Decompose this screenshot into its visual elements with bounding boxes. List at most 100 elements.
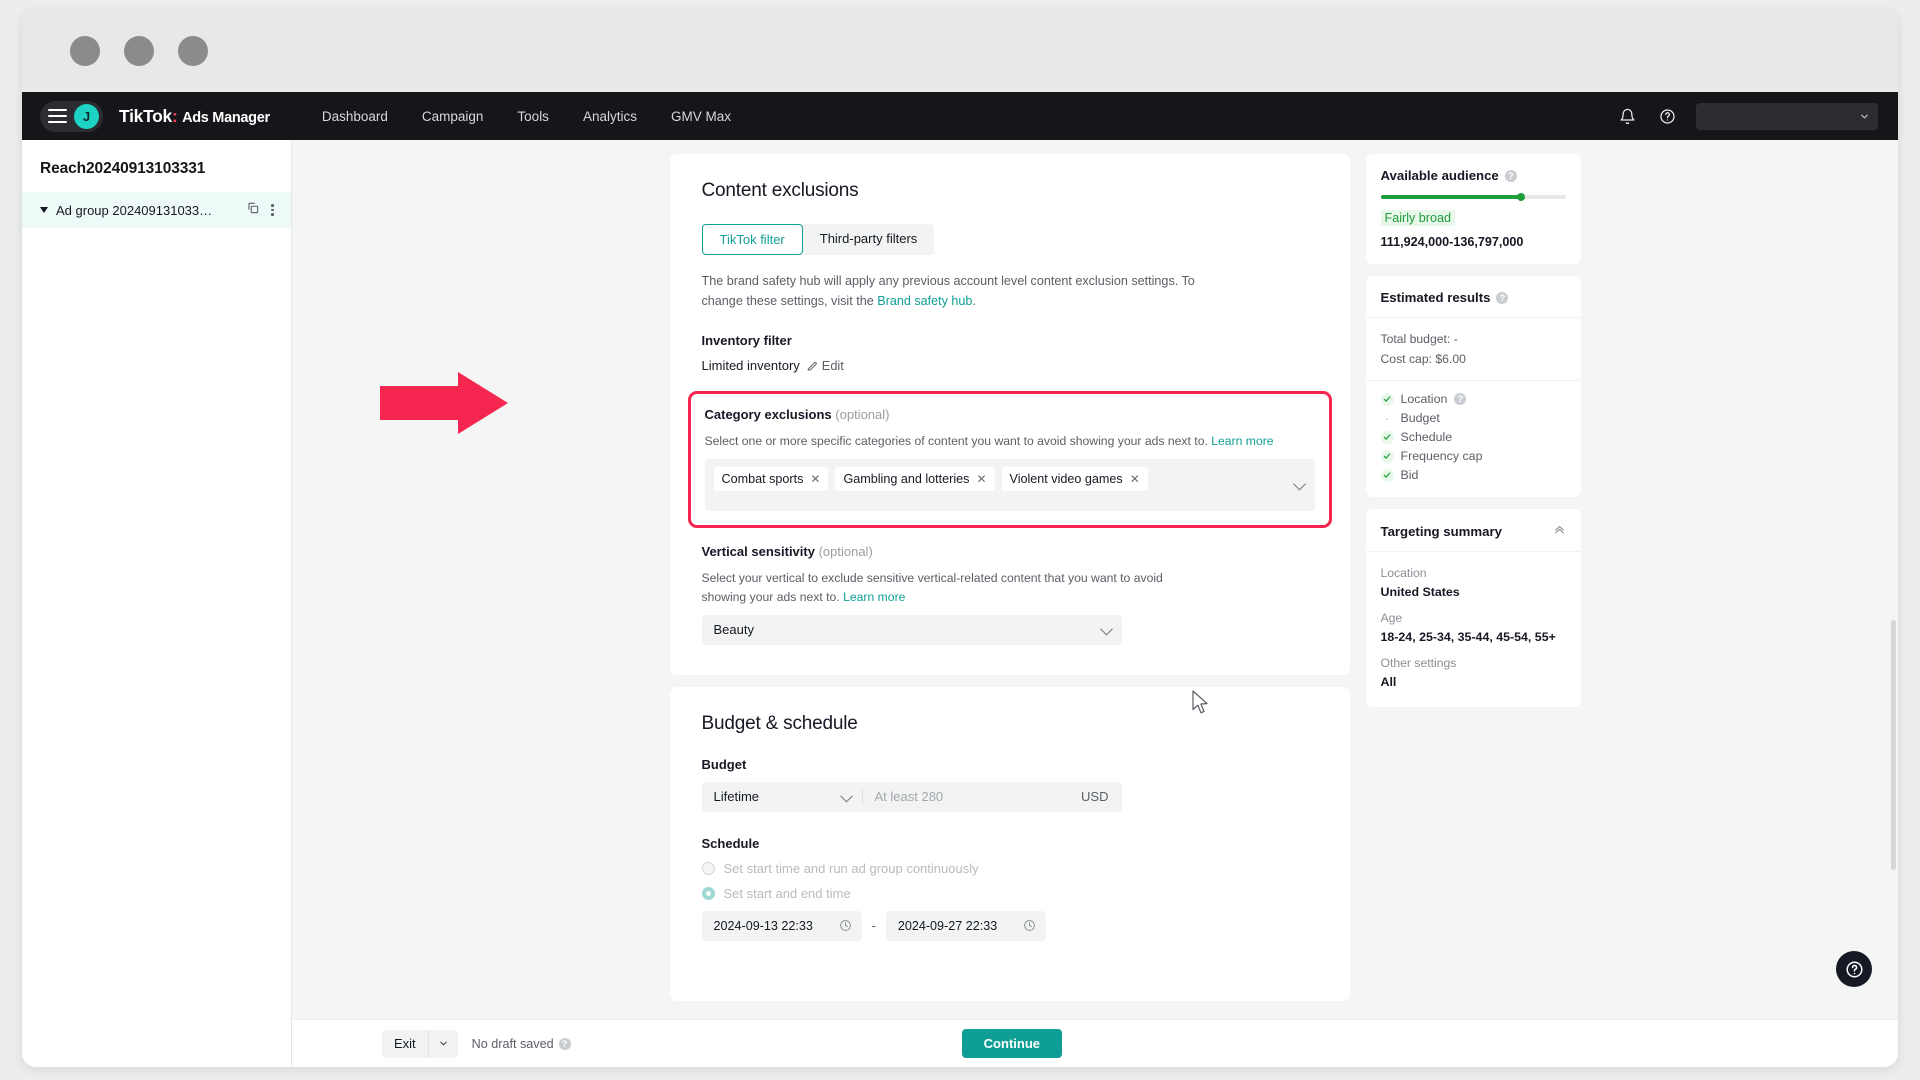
estimated-results-budget: Total budget: - Cost cap: $6.00 (1366, 318, 1581, 380)
remove-tag-icon[interactable]: ✕ (810, 472, 820, 486)
help-circle-icon[interactable]: ? (1454, 393, 1467, 406)
nav-link-tools[interactable]: Tools (517, 109, 549, 124)
chevron-down-icon[interactable] (1292, 478, 1306, 491)
info-circle-icon[interactable]: ? (558, 1037, 571, 1050)
draft-status-label: No draft saved (471, 1036, 554, 1051)
help-circle-icon[interactable] (1656, 105, 1678, 127)
center-column: Content exclusions TikTok filter Third-p… (669, 154, 1350, 1067)
remove-tag-icon[interactable]: ✕ (1130, 472, 1140, 486)
navbar-right (1616, 102, 1878, 130)
content-exclusions-card: Content exclusions TikTok filter Third-p… (669, 154, 1350, 675)
checklist-item-location: Location ? (1380, 392, 1566, 406)
page-content: Reach20240913103331 Ad group 20240913103… (22, 140, 1898, 1067)
tag-combat-sports[interactable]: Combat sports ✕ (713, 467, 829, 492)
budget-type-value: Lifetime (713, 789, 760, 805)
pencil-icon (807, 361, 817, 371)
category-learn-more-link[interactable]: Learn more (1211, 434, 1273, 448)
tiktok-ads-manager-logo[interactable]: TikTok: Ads Manager (119, 106, 270, 127)
end-datetime-input[interactable]: 2024-09-27 22:33 (885, 910, 1046, 941)
window-maximize-dot[interactable] (178, 36, 208, 66)
tag-violent-video-games[interactable]: Violent video games ✕ (1001, 467, 1148, 492)
exit-dropdown-toggle[interactable] (429, 1038, 458, 1049)
filter-tabs: TikTok filter Third-party filters (701, 224, 935, 255)
brand-safety-hub-link[interactable]: Brand safety hub (877, 294, 972, 308)
tab-tiktok-filter[interactable]: TikTok filter (701, 224, 803, 255)
tag-label: Violent video games (1009, 472, 1123, 487)
title-text: Estimated results (1380, 290, 1491, 305)
hint-text: Select your vertical to exclude sensitiv… (701, 571, 1163, 604)
ad-group-name: Ad group 202409131033… (56, 202, 213, 218)
chevron-down-icon[interactable] (1099, 622, 1113, 636)
window-titlebar (22, 10, 1898, 92)
chevron-down-icon (439, 1041, 447, 1046)
nav-link-gmv-max[interactable]: GMV Max (671, 109, 731, 124)
radio-start-end[interactable] (701, 886, 715, 900)
estimated-results-card: Estimated results ? Total budget: - Cost… (1365, 276, 1581, 498)
vertical-learn-more-link[interactable]: Learn more (843, 590, 905, 604)
more-vertical-icon[interactable] (268, 200, 277, 220)
targeting-label-age: Age (1380, 611, 1403, 626)
remove-tag-icon[interactable]: ✕ (976, 472, 986, 486)
radio-label: Set start time and run ad group continuo… (723, 860, 979, 876)
vertical-sensitivity-select[interactable]: Beauty (701, 614, 1122, 645)
check-icon (1380, 392, 1394, 406)
end-datetime-value: 2024-09-27 22:33 (897, 918, 998, 933)
schedule-option-continuous[interactable]: Set start time and run ad group continuo… (701, 860, 1318, 876)
budget-amount-input[interactable]: At least 280 (863, 789, 1082, 804)
chevron-down-icon[interactable] (839, 789, 853, 803)
nav-link-analytics[interactable]: Analytics (583, 109, 637, 124)
date-separator: - (871, 918, 876, 934)
budget-schedule-card: Budget & schedule Budget Lifetime At lea… (669, 686, 1350, 1001)
clock-icon (1023, 920, 1035, 932)
budget-type-select[interactable]: Lifetime (702, 782, 862, 812)
logo-brand: TikTok (119, 105, 172, 126)
exit-button[interactable]: Exit (382, 1029, 458, 1058)
total-budget-label: Total budget: (1380, 332, 1451, 346)
notification-bell-icon[interactable] (1616, 105, 1638, 127)
copy-icon[interactable] (246, 201, 260, 220)
tag-gambling-and-lotteries[interactable]: Gambling and lotteries ✕ (835, 467, 995, 492)
estimated-results-title: Estimated results ? (1381, 290, 1566, 305)
start-datetime-input[interactable]: 2024-09-13 22:33 (701, 910, 862, 941)
checklist-item-frequency-cap: Frequency cap (1380, 449, 1566, 463)
category-exclusions-hint: Select one or more specific categories o… (705, 432, 1315, 450)
checklist-label: Budget (1400, 411, 1440, 426)
tab-third-party-filters[interactable]: Third-party filters (803, 224, 935, 255)
nav-link-dashboard[interactable]: Dashboard (322, 109, 388, 124)
chevron-down-icon[interactable] (40, 207, 48, 213)
continue-button[interactable]: Continue (961, 1029, 1062, 1058)
radio-continuous[interactable] (701, 861, 715, 875)
tag-label: Combat sports (721, 472, 804, 487)
window-minimize-dot[interactable] (124, 36, 154, 66)
sidebar-item-ad-group[interactable]: Ad group 202409131033… (22, 192, 291, 228)
start-datetime-value: 2024-09-13 22:33 (713, 918, 813, 933)
window-close-dot[interactable] (70, 36, 100, 66)
nav-link-campaign[interactable]: Campaign (422, 109, 484, 124)
targeting-value-other-settings: All (1380, 675, 1397, 690)
category-exclusions-select[interactable]: Combat sports ✕ Gambling and lotteries ✕… (704, 459, 1315, 512)
hamburger-menu-icon[interactable] (48, 109, 67, 123)
budget-label: Budget (701, 756, 747, 772)
menu-and-account-pill[interactable]: J (40, 100, 103, 132)
budget-field-row: Lifetime At least 280 USD (701, 781, 1122, 812)
total-budget-row: Total budget: - (1381, 329, 1566, 349)
main-scroll-area: Content exclusions TikTok filter Third-p… (292, 140, 1898, 1067)
schedule-label: Schedule (701, 835, 760, 851)
schedule-option-start-end[interactable]: Set start and end time (701, 886, 1318, 901)
avatar[interactable]: J (74, 103, 99, 129)
checklist-label: Bid (1400, 468, 1419, 483)
help-circle-icon[interactable]: ? (1504, 169, 1517, 182)
dot-icon: · (1384, 410, 1390, 426)
edit-inventory-filter-button[interactable]: Edit (806, 358, 844, 373)
audience-range: 111,924,000-136,797,000 (1380, 235, 1524, 249)
vertical-scrollbar[interactable] (1891, 620, 1896, 870)
inventory-filter-label: Inventory filter (701, 333, 792, 349)
category-exclusions-title: Category exclusions (704, 407, 832, 423)
status-badge: Fairly broad (1380, 210, 1455, 226)
budget-schedule-title: Budget & schedule (701, 712, 858, 734)
help-circle-icon[interactable]: ? (1496, 291, 1509, 304)
account-selector[interactable] (1696, 102, 1878, 130)
help-fab-button[interactable] (1836, 951, 1872, 987)
vertical-sensitivity-label: Vertical sensitivity (optional) (702, 544, 1318, 559)
chevron-up-icon[interactable] (1553, 523, 1566, 539)
